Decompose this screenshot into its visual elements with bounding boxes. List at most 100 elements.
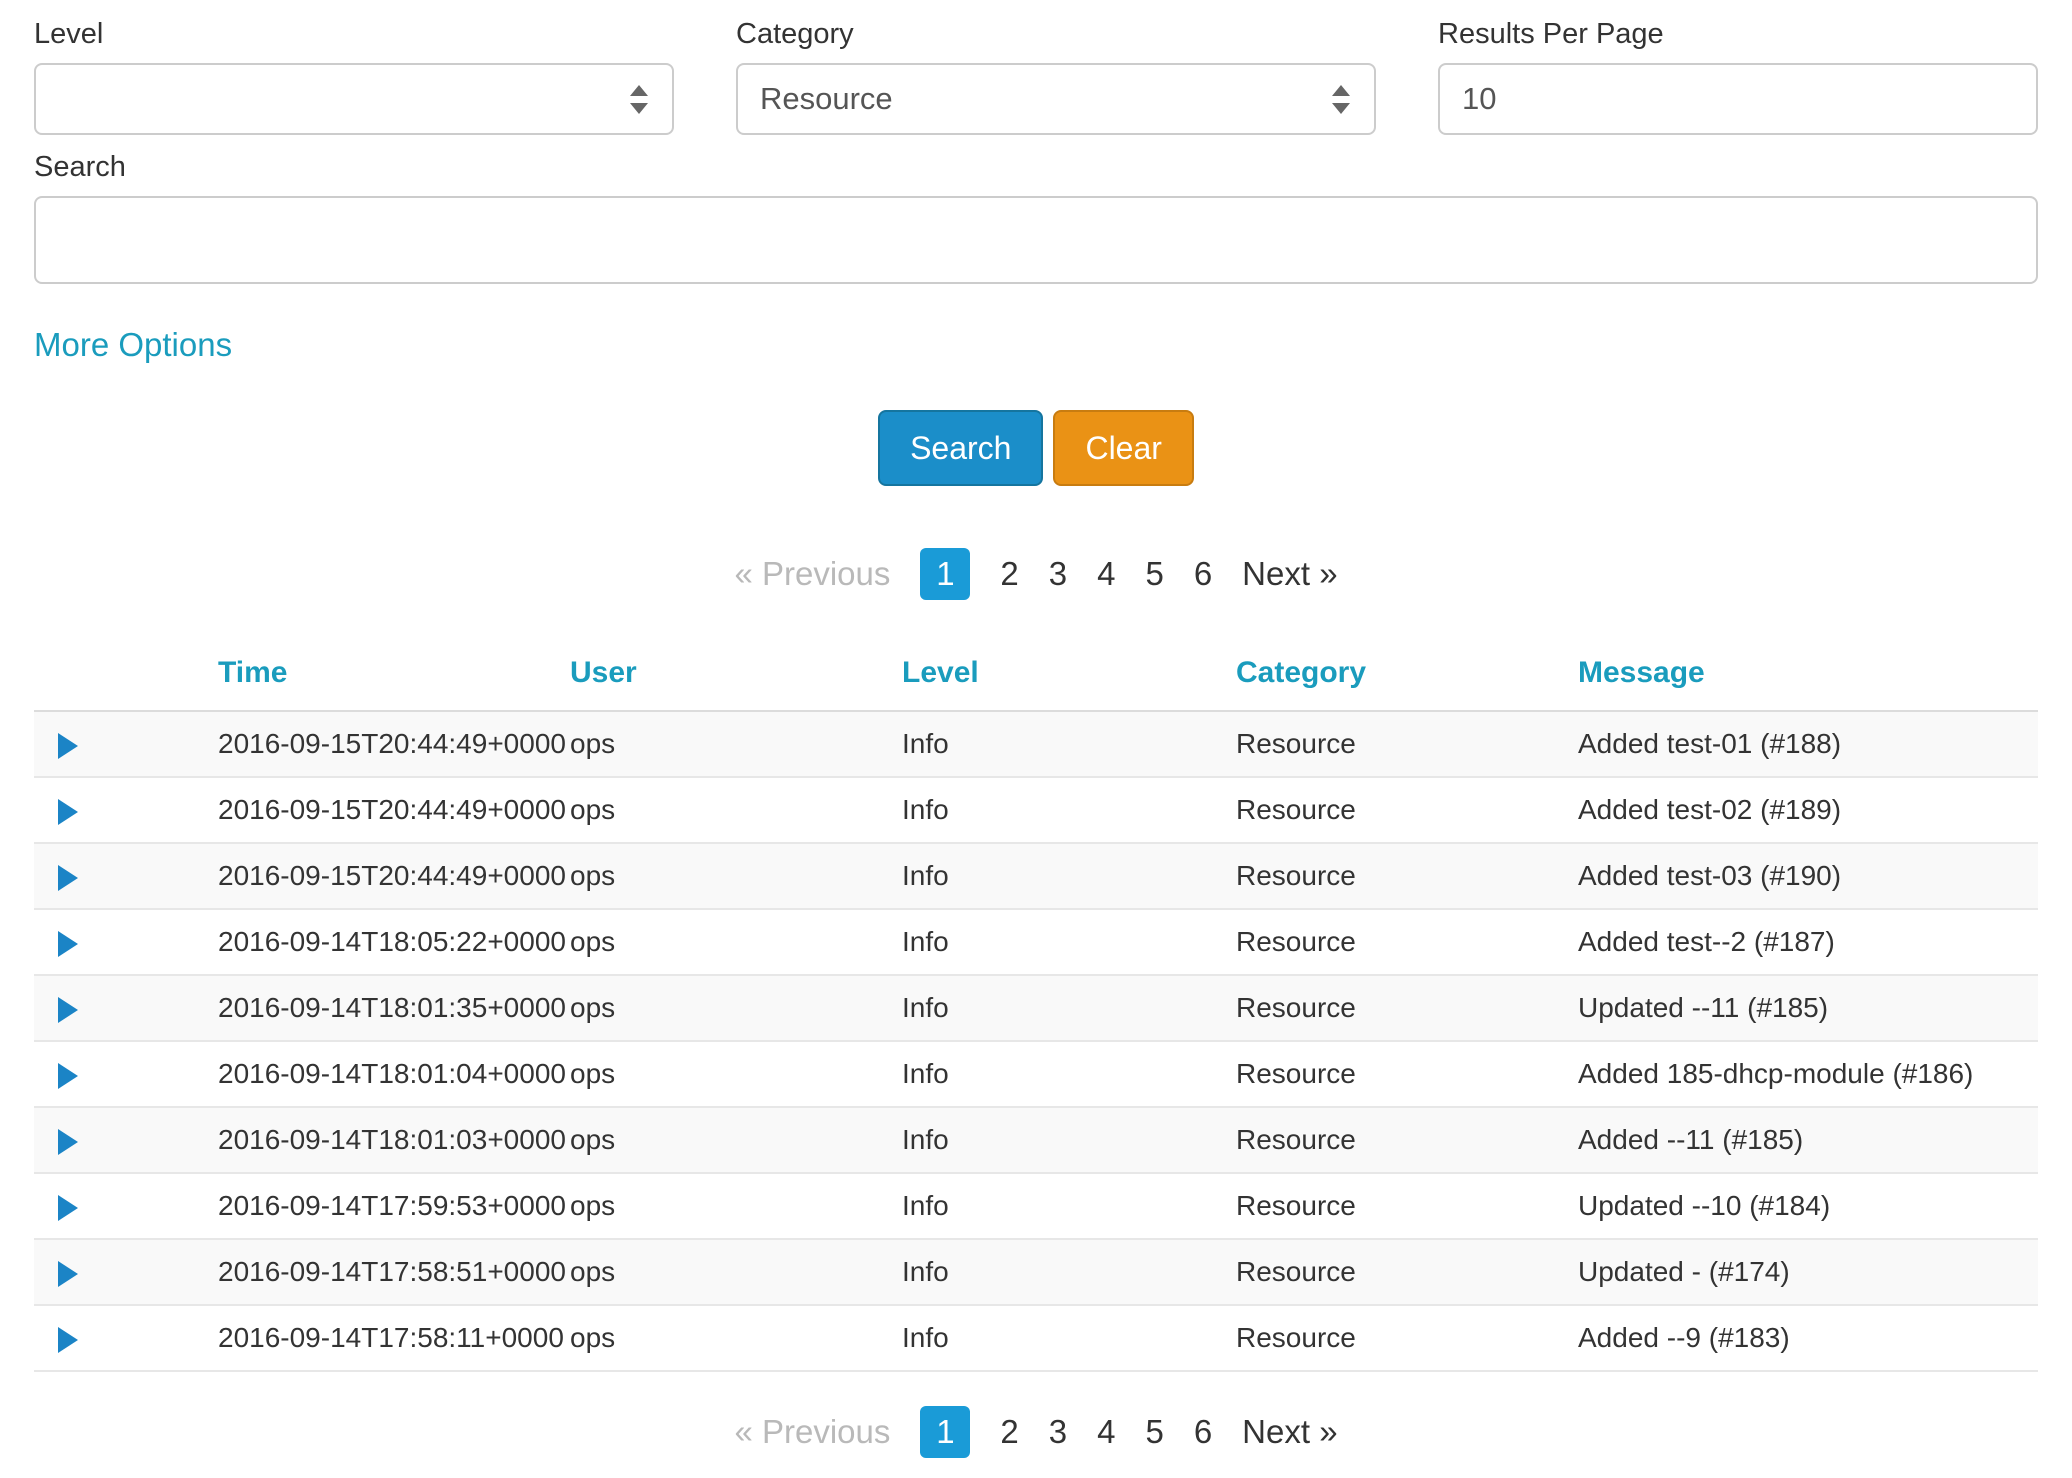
level-cell: Info [902, 843, 1236, 909]
user-cell: ops [570, 1041, 902, 1107]
user-cell: ops [570, 1173, 902, 1239]
search-button[interactable]: Search [878, 410, 1043, 486]
log-table: Time User Level Category Message 2016-09… [34, 648, 2038, 1372]
user-cell: ops [570, 711, 902, 777]
table-row: 2016-09-14T17:58:51+0000 ops Info Resour… [34, 1239, 2038, 1305]
pagination-page-6[interactable]: 6 [1194, 555, 1212, 593]
expand-cell [34, 1041, 218, 1107]
message-cell: Updated - (#174) [1578, 1239, 2038, 1305]
expand-caret-icon[interactable] [58, 799, 78, 825]
pagination-page-3[interactable]: 3 [1049, 555, 1067, 593]
pagination-page-4[interactable]: 4 [1097, 1413, 1115, 1451]
table-row: 2016-09-14T17:58:11+0000 ops Info Resour… [34, 1305, 2038, 1371]
search-group: Search [34, 151, 2038, 284]
table-row: 2016-09-14T18:05:22+0000 ops Info Resour… [34, 909, 2038, 975]
category-filter: Category Resource [736, 18, 1376, 135]
time-cell: 2016-09-14T17:58:11+0000 [218, 1305, 570, 1371]
category-label: Category [736, 18, 1376, 51]
user-cell: ops [570, 909, 902, 975]
time-cell: 2016-09-14T18:01:04+0000 [218, 1041, 570, 1107]
table-row: 2016-09-15T20:44:49+0000 ops Info Resour… [34, 777, 2038, 843]
expand-caret-icon[interactable] [58, 931, 78, 957]
expand-caret-icon[interactable] [58, 1063, 78, 1089]
pagination-page-1[interactable]: 1 [920, 548, 970, 600]
pagination-next[interactable]: Next » [1242, 555, 1337, 593]
category-cell: Resource [1236, 1107, 1578, 1173]
category-cell: Resource [1236, 1305, 1578, 1371]
time-cell: 2016-09-15T20:44:49+0000 [218, 843, 570, 909]
category-cell: Resource [1236, 777, 1578, 843]
filter-bar: Level Category Resource Results Per Page [34, 18, 2038, 135]
expand-cell [34, 1173, 218, 1239]
expand-cell [34, 1239, 218, 1305]
clear-button[interactable]: Clear [1053, 410, 1193, 486]
table-header-row: Time User Level Category Message [34, 648, 2038, 711]
expand-caret-icon[interactable] [58, 1129, 78, 1155]
message-cell: Added test-02 (#189) [1578, 777, 2038, 843]
category-select-value: Resource [760, 81, 893, 117]
search-input[interactable] [34, 196, 2038, 284]
message-cell: Added test--2 (#187) [1578, 909, 2038, 975]
arrow-down-icon [1332, 103, 1350, 114]
table-row: 2016-09-15T20:44:49+0000 ops Info Resour… [34, 711, 2038, 777]
message-cell: Added 185-dhcp-module (#186) [1578, 1041, 2038, 1107]
select-arrows-icon [630, 85, 648, 114]
search-label: Search [34, 151, 2038, 184]
table-row: 2016-09-14T17:59:53+0000 ops Info Resour… [34, 1173, 2038, 1239]
user-column-header: User [570, 648, 902, 711]
level-select[interactable] [34, 63, 674, 135]
message-cell: Added test-01 (#188) [1578, 711, 2038, 777]
time-cell: 2016-09-14T18:05:22+0000 [218, 909, 570, 975]
pagination-page-4[interactable]: 4 [1097, 555, 1115, 593]
category-cell: Resource [1236, 843, 1578, 909]
time-cell: 2016-09-14T18:01:03+0000 [218, 1107, 570, 1173]
time-cell: 2016-09-14T17:59:53+0000 [218, 1173, 570, 1239]
user-cell: ops [570, 777, 902, 843]
more-options-link[interactable]: More Options [34, 326, 232, 364]
pagination-next[interactable]: Next » [1242, 1413, 1337, 1451]
category-cell: Resource [1236, 1173, 1578, 1239]
level-label: Level [34, 18, 674, 51]
select-arrows-icon [1332, 85, 1350, 114]
category-cell: Resource [1236, 909, 1578, 975]
arrow-up-icon [630, 85, 648, 96]
expand-caret-icon[interactable] [58, 1261, 78, 1287]
expand-caret-icon[interactable] [58, 1327, 78, 1353]
pagination-page-5[interactable]: 5 [1145, 1413, 1163, 1451]
user-cell: ops [570, 975, 902, 1041]
user-cell: ops [570, 1107, 902, 1173]
expand-caret-icon[interactable] [58, 997, 78, 1023]
expand-cell [34, 777, 218, 843]
pagination-page-6[interactable]: 6 [1194, 1413, 1212, 1451]
pagination-previous[interactable]: « Previous [734, 555, 890, 593]
expand-cell [34, 711, 218, 777]
expand-cell [34, 1107, 218, 1173]
pagination-page-3[interactable]: 3 [1049, 1413, 1067, 1451]
table-row: 2016-09-14T18:01:04+0000 ops Info Resour… [34, 1041, 2038, 1107]
time-cell: 2016-09-14T18:01:35+0000 [218, 975, 570, 1041]
pagination-page-1[interactable]: 1 [920, 1406, 970, 1458]
log-table-body: 2016-09-15T20:44:49+0000 ops Info Resour… [34, 711, 2038, 1371]
pagination-top: « Previous 1 2 3 4 5 6 Next » [34, 548, 2038, 600]
pagination-page-2[interactable]: 2 [1000, 555, 1018, 593]
table-row: 2016-09-14T18:01:03+0000 ops Info Resour… [34, 1107, 2038, 1173]
level-cell: Info [902, 1305, 1236, 1371]
expand-cell [34, 1305, 218, 1371]
log-browser-page: Level Category Resource Results Per Page [0, 0, 2072, 1478]
message-column-header: Message [1578, 648, 2038, 711]
caret-column-header [34, 648, 218, 711]
user-cell: ops [570, 843, 902, 909]
pagination-page-2[interactable]: 2 [1000, 1413, 1018, 1451]
expand-caret-icon[interactable] [58, 865, 78, 891]
pagination-page-5[interactable]: 5 [1145, 555, 1163, 593]
category-select[interactable]: Resource [736, 63, 1376, 135]
message-cell: Updated --10 (#184) [1578, 1173, 2038, 1239]
level-cell: Info [902, 777, 1236, 843]
level-cell: Info [902, 975, 1236, 1041]
results-per-page-input[interactable] [1438, 63, 2038, 135]
expand-caret-icon[interactable] [58, 733, 78, 759]
time-cell: 2016-09-14T17:58:51+0000 [218, 1239, 570, 1305]
results-per-page-filter: Results Per Page [1438, 18, 2038, 135]
expand-caret-icon[interactable] [58, 1195, 78, 1221]
pagination-previous[interactable]: « Previous [734, 1413, 890, 1451]
